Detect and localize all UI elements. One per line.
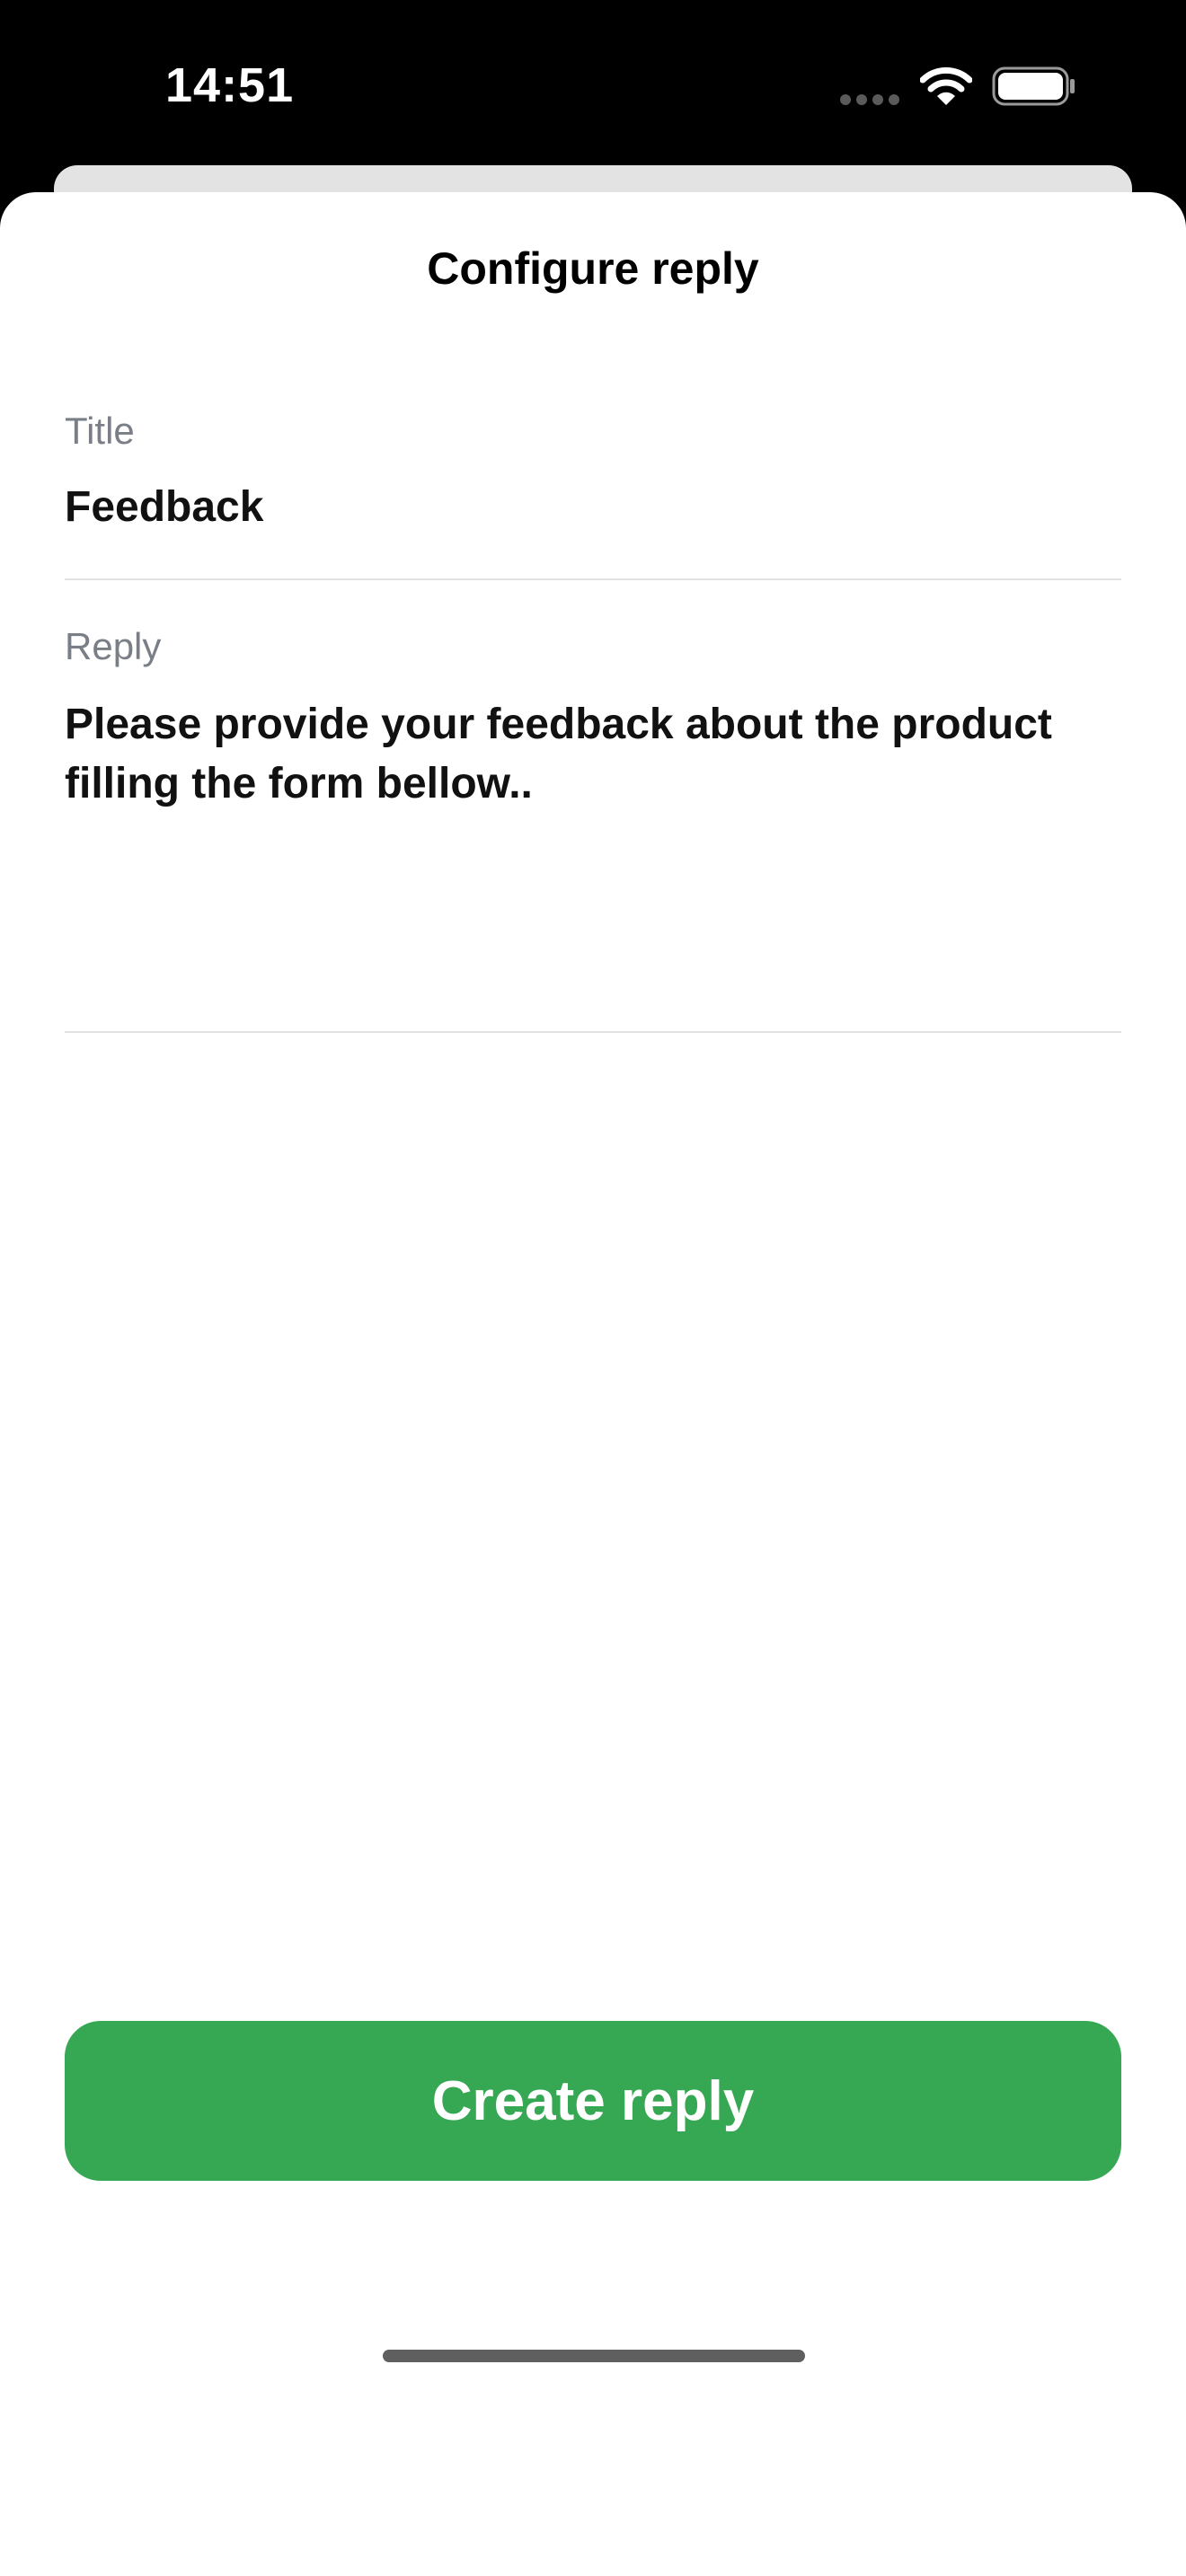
title-input[interactable]: Feedback <box>65 478 1125 537</box>
wifi-icon <box>920 66 972 105</box>
signal-dots-icon <box>840 94 899 105</box>
status-time: 14:51 <box>165 58 295 112</box>
configure-reply-sheet: Configure reply Title Feedback Reply Ple… <box>0 192 1186 2576</box>
sheet-title: Configure reply <box>427 243 759 294</box>
reply-textarea[interactable]: Please provide your feedback about the p… <box>65 695 1125 1019</box>
status-bar: 14:51 <box>0 0 1186 171</box>
reply-divider <box>65 1031 1121 1033</box>
home-indicator <box>383 2350 805 2362</box>
create-reply-button[interactable]: Create reply <box>65 2021 1121 2181</box>
reply-label: Reply <box>65 625 162 667</box>
battery-icon <box>992 66 1075 106</box>
title-label: Title <box>65 410 135 452</box>
title-divider <box>65 578 1121 580</box>
